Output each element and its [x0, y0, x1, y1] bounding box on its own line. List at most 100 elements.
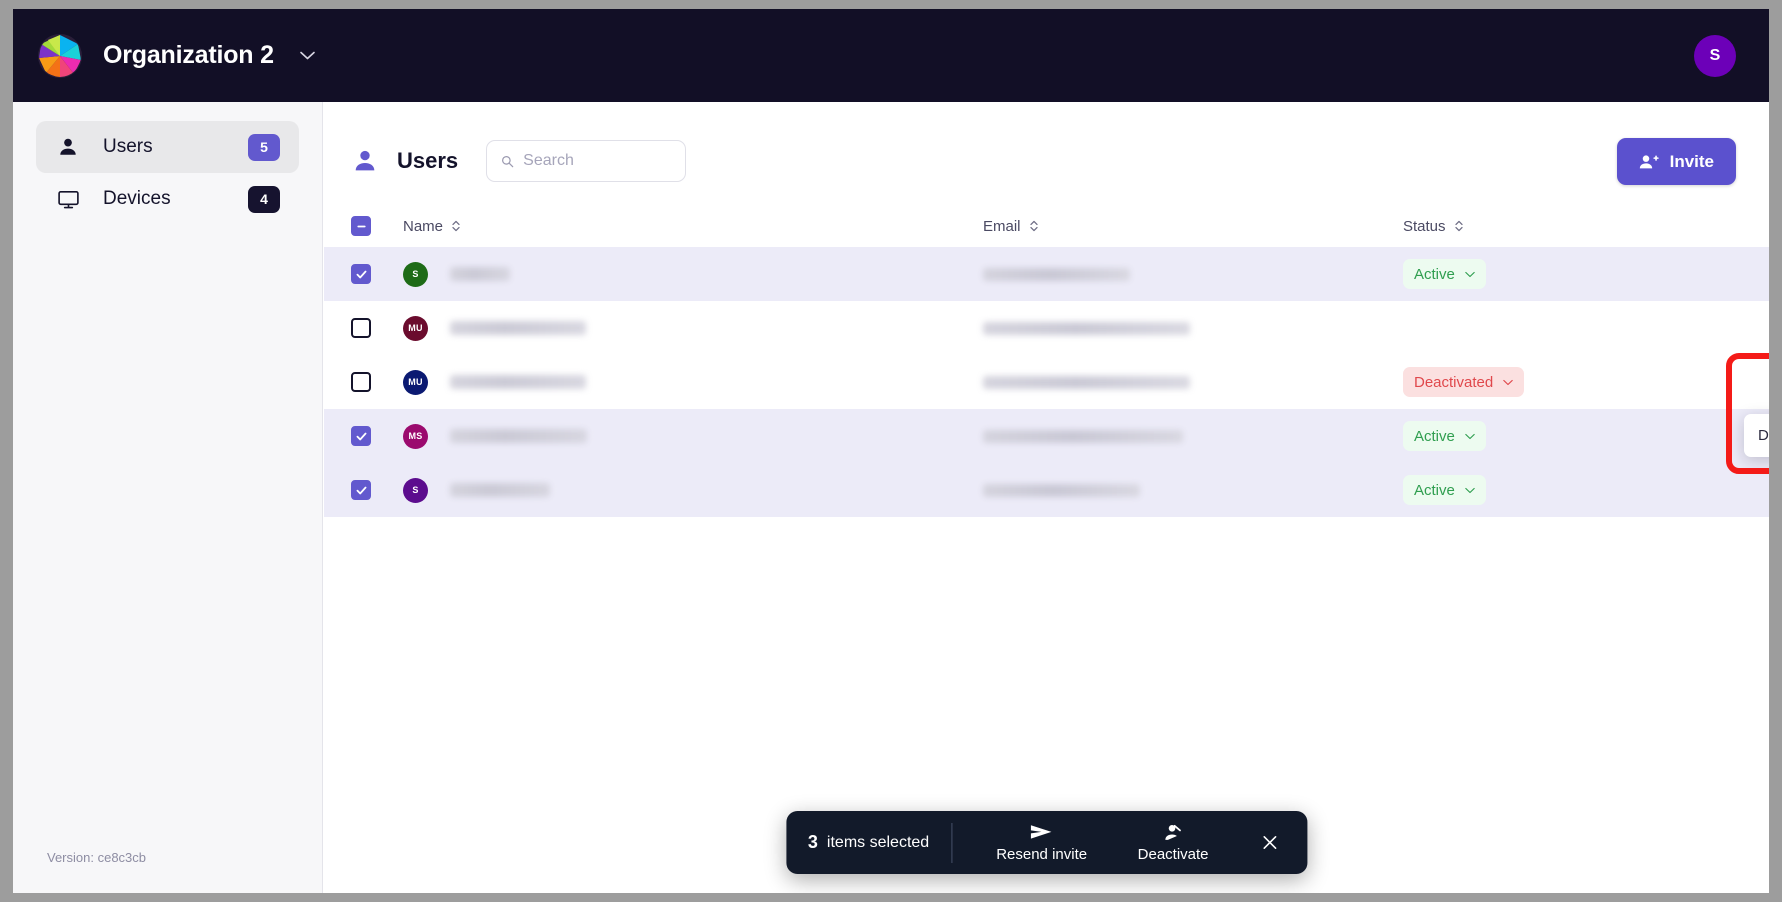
table-row[interactable]: S Active [324, 247, 1769, 301]
user-email-redacted [983, 267, 1130, 281]
sidebar-item-users[interactable]: Users 5 [36, 121, 299, 173]
person-icon [55, 134, 81, 160]
user-name-redacted [450, 321, 586, 335]
user-email-redacted [983, 375, 1190, 389]
chevron-down-icon [1465, 433, 1475, 440]
resend-invite-button[interactable]: Resend invite [996, 822, 1087, 863]
row-checkbox[interactable] [351, 318, 371, 338]
avatar: S [403, 477, 428, 503]
dropdown-item-deactivate-user[interactable]: Deactivate user [1744, 420, 1769, 451]
row-checkbox[interactable] [351, 480, 371, 500]
column-header-name-label: Name [403, 217, 444, 235]
invite-button[interactable]: Invite [1616, 138, 1736, 185]
row-select-cell [351, 480, 403, 500]
avatar[interactable]: S [1694, 34, 1736, 77]
user-name-cell: MS [403, 423, 983, 449]
user-email-cell [983, 267, 1403, 281]
row-checkbox[interactable] [351, 264, 371, 284]
user-name-redacted [450, 483, 550, 497]
sidebar-badge-devices: 4 [248, 185, 280, 213]
user-name-cell: S [403, 477, 983, 503]
select-all-checkbox[interactable] [351, 216, 371, 236]
status-badge[interactable]: Deactivated [1403, 367, 1525, 397]
row-checkbox[interactable] [351, 426, 371, 446]
selected-count: 3 [807, 832, 818, 852]
status-badge-label: Active [1414, 427, 1455, 445]
chevron-down-icon [1465, 271, 1475, 278]
deactivate-button[interactable]: Deactivate [1131, 822, 1215, 863]
sort-icon [1029, 219, 1039, 233]
person-add-icon [1639, 153, 1659, 171]
column-header-email-label: Email [983, 217, 1021, 235]
status-badge-label: Active [1414, 481, 1455, 499]
search-input[interactable] [523, 152, 672, 170]
row-checkbox[interactable] [351, 372, 371, 392]
org-logo-icon [38, 33, 82, 78]
table-row[interactable]: MU [324, 301, 1769, 355]
user-email-redacted [983, 321, 1190, 335]
status-dropdown-menu: Deactivate user [1744, 414, 1769, 457]
select-all-cell [351, 216, 403, 236]
resend-invite-label: Resend invite [996, 846, 1088, 863]
check-icon [355, 430, 368, 443]
chevron-down-icon [1503, 379, 1513, 386]
status-badge[interactable]: Active [1403, 259, 1486, 289]
user-email-cell [983, 321, 1403, 335]
sidebar-item-label: Users [103, 136, 153, 157]
user-name-redacted [450, 375, 586, 389]
main-content: Users Invite [324, 102, 1769, 893]
person-off-icon [1162, 822, 1184, 842]
column-header-name[interactable]: Name [403, 218, 983, 235]
sidebar-badge-users: 5 [248, 133, 280, 161]
user-name-cell: MU [403, 315, 983, 341]
user-status-cell: Active [1403, 421, 1742, 451]
column-header-status[interactable]: Status [1403, 218, 1742, 235]
avatar: S [403, 261, 428, 287]
status-badge[interactable]: Active [1403, 421, 1486, 451]
divider [951, 822, 953, 863]
user-name-redacted [450, 267, 510, 281]
send-icon [1030, 822, 1054, 842]
user-email-cell [983, 429, 1403, 443]
sidebar-item-devices[interactable]: Devices 4 [36, 173, 299, 225]
table-header-row: Name Email Status [324, 205, 1769, 247]
row-select-cell [351, 426, 403, 446]
column-header-status-label: Status [1403, 217, 1446, 235]
user-status-cell: Active [1403, 259, 1742, 289]
user-status-cell: Active [1403, 475, 1742, 505]
page-header: Users [351, 140, 687, 182]
window-frame: Organization 2 S Users 5 Devices 4 Versi… [0, 0, 1782, 902]
check-icon [355, 268, 368, 281]
sort-icon [1454, 219, 1464, 233]
sidebar-item-label: Devices [103, 188, 171, 209]
user-email-redacted [983, 483, 1140, 497]
invite-button-label: Invite [1669, 151, 1714, 171]
close-icon[interactable] [1257, 830, 1283, 856]
user-status-cell: Deactivated [1403, 367, 1742, 397]
user-email-cell [983, 483, 1403, 497]
user-name-redacted [450, 429, 587, 443]
table-row[interactable]: MS Active [324, 409, 1769, 463]
table-row[interactable]: MU Deactivated [324, 355, 1769, 409]
top-bar: Organization 2 S [13, 9, 1769, 102]
table-body: S Active MU MU Deactivated MS Active S Active [324, 247, 1769, 517]
deactivate-label: Deactivate [1137, 846, 1209, 863]
column-header-email[interactable]: Email [983, 218, 1403, 235]
chevron-down-icon[interactable] [300, 48, 315, 63]
check-icon [355, 484, 368, 497]
status-badge[interactable]: Active [1403, 475, 1486, 505]
avatar: MU [403, 369, 428, 395]
sort-icon [451, 219, 461, 233]
table-row[interactable]: S Active [324, 463, 1769, 517]
search-box[interactable] [486, 140, 687, 182]
users-table: Name Email Status S Active MU MU Deactiv… [324, 205, 1769, 517]
chevron-down-icon [1465, 487, 1475, 494]
row-select-cell [351, 372, 403, 392]
selected-count-label: items selected [826, 833, 930, 851]
bulk-action-bar: 3 items selected Resend invite Deactivat… [785, 811, 1308, 874]
minus-icon [356, 221, 367, 232]
version-label: Version: ce8c3cb [47, 850, 147, 865]
monitor-icon [55, 186, 81, 212]
user-name-cell: MU [403, 369, 983, 395]
person-icon [351, 147, 379, 175]
